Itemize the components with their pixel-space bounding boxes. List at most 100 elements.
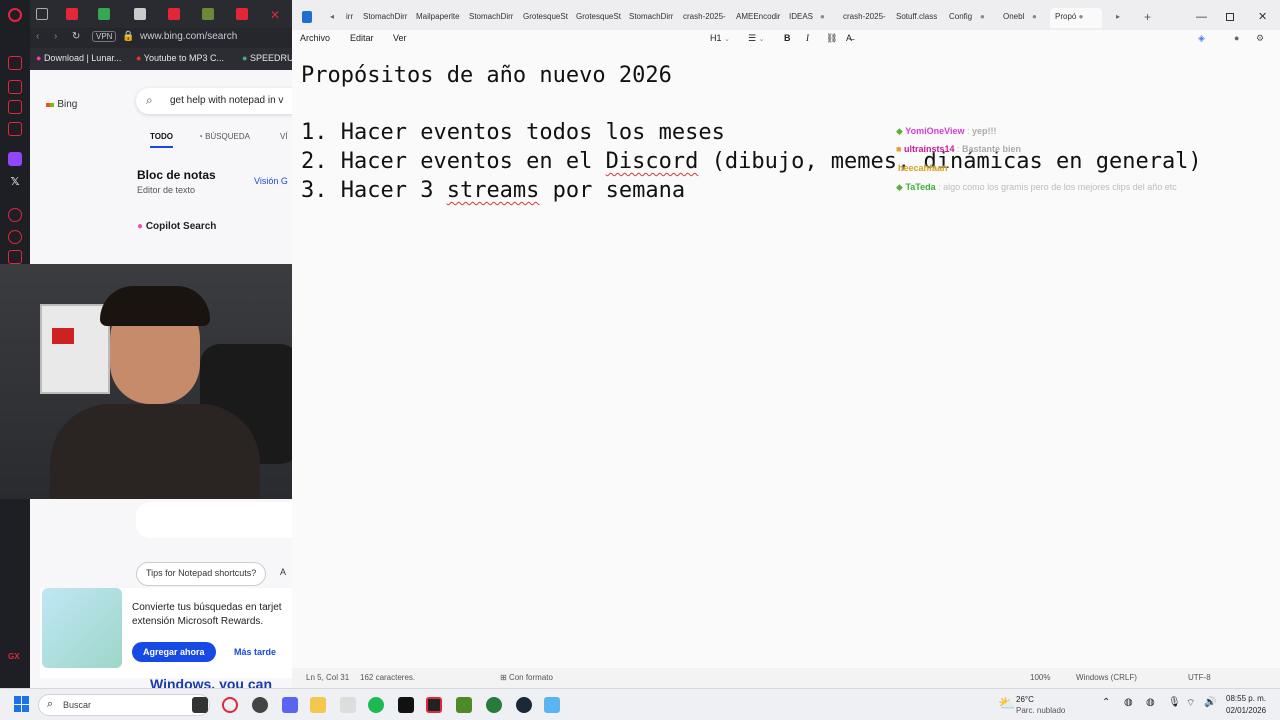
notepad-tab[interactable]: Mailpaperlte <box>416 9 460 25</box>
tray-app-icon[interactable]: ◍ <box>1146 697 1155 708</box>
spotify-icon[interactable] <box>368 697 384 713</box>
app-icon[interactable] <box>340 697 356 713</box>
minecraft-icon[interactable] <box>456 697 472 713</box>
vision-link[interactable]: Visión G <box>254 176 288 186</box>
editor-line-1[interactable]: 1. Hacer eventos todos los meses <box>301 120 725 145</box>
tab-minecraft-icon[interactable] <box>202 8 214 20</box>
settings-gear-icon[interactable]: ⚙ <box>1256 33 1264 44</box>
notepad-editor[interactable]: Propósitos de año nuevo 2026 1. Hacer ev… <box>292 50 1280 664</box>
tab-youtube-icon[interactable] <box>66 8 78 20</box>
encoding[interactable]: UTF-8 <box>1188 673 1211 682</box>
clear-format-icon[interactable]: A̶ <box>846 33 852 43</box>
notepad-tab[interactable]: StomachDirr <box>363 9 407 25</box>
menu-editar[interactable]: Editar <box>350 33 374 43</box>
bookmark-item[interactable]: ● Youtube to MP3 C... <box>136 53 224 63</box>
bold-icon[interactable]: B <box>784 33 791 43</box>
editor-line-2[interactable]: 2. Hacer eventos en el Discord (dibujo, … <box>301 149 1202 174</box>
bookmark-item[interactable]: ● Download | Lunar... <box>36 53 121 63</box>
link-icon[interactable]: ⛓ <box>826 33 837 44</box>
clock-date[interactable]: 02/01/2026 <box>1226 706 1266 715</box>
xbox-icon[interactable] <box>486 697 502 713</box>
bing-logo[interactable]: Bing <box>46 96 77 110</box>
messenger-icon[interactable] <box>8 56 22 70</box>
file-explorer-icon[interactable] <box>310 697 326 713</box>
new-tab-icon[interactable]: + <box>1144 9 1151 25</box>
player-icon[interactable] <box>8 100 22 114</box>
tray-app-icon[interactable]: ◍ <box>1124 697 1133 708</box>
history-icon[interactable] <box>8 230 22 244</box>
notepad-tab[interactable]: Sotuff.class <box>896 9 937 25</box>
reload-icon[interactable]: ↻ <box>72 31 80 42</box>
notepad-taskbar-icon[interactable] <box>544 697 560 713</box>
capcut-icon[interactable] <box>398 697 414 713</box>
search-query[interactable]: get help with notepad in v <box>170 95 283 106</box>
account-icon[interactable]: ● <box>1234 33 1239 43</box>
notepad-tab[interactable]: Onebl <box>1003 9 1024 25</box>
x-icon[interactable]: 𝕏 <box>8 175 22 189</box>
obs-icon[interactable] <box>252 697 268 713</box>
search-box[interactable]: ⌕ get help with notepad in v <box>136 88 306 114</box>
tab-icon[interactable] <box>36 8 48 20</box>
tab-youtube-icon[interactable] <box>236 8 248 20</box>
tab-youtube-icon[interactable] <box>168 8 180 20</box>
volume-icon[interactable]: 🔊 <box>1204 697 1216 708</box>
later-button[interactable]: Más tarde <box>234 647 276 657</box>
editor-line-3[interactable]: 3. Hacer 3 streams por semana <box>301 178 685 203</box>
tab-audio-icon[interactable] <box>134 8 146 20</box>
maximize-icon[interactable] <box>1226 13 1234 21</box>
notepad-tab[interactable]: crash-2025- <box>843 9 886 25</box>
discord-icon[interactable] <box>282 697 298 713</box>
notepad-tab[interactable]: StomachDirr <box>469 9 513 25</box>
tab-todo[interactable]: TODO <box>150 132 173 148</box>
notepad-tab[interactable]: GrotesqueSt <box>576 9 621 25</box>
opera-icon[interactable] <box>222 697 238 713</box>
notepad-tab[interactable]: IDEAS <box>789 9 813 25</box>
weather-icon[interactable]: ⛅ <box>998 695 1015 712</box>
weather-temp[interactable]: 26°C <box>1016 695 1034 704</box>
add-now-button[interactable]: Agregar ahora <box>132 642 216 662</box>
weather-desc[interactable]: Parc. nublado <box>1016 706 1065 715</box>
notepad-tab[interactable]: irr <box>346 9 353 25</box>
address-bar[interactable]: ‹ › ↻ VPN 🔒 www.bing.com/search <box>30 28 292 48</box>
taskbar-search[interactable]: ⌕ Buscar <box>38 694 210 716</box>
camera-icon[interactable] <box>8 80 22 94</box>
chat-input[interactable] <box>136 502 306 538</box>
clock-time[interactable]: 08:55 p. m. <box>1226 694 1266 703</box>
notepad-tab[interactable]: crash-2025- <box>683 9 726 25</box>
heading-dropdown[interactable]: H1 ⌄ <box>710 33 730 43</box>
tab-scroll-left-icon[interactable]: ◂ <box>330 9 334 25</box>
format-toggle[interactable]: ⊞ Con formato <box>500 673 553 682</box>
notepad-tab[interactable]: Config <box>949 9 972 25</box>
task-view-icon[interactable] <box>192 697 208 713</box>
streaming-app-icon[interactable] <box>426 697 442 713</box>
tray-overflow-icon[interactable]: ⌃ <box>1102 697 1110 708</box>
url-text[interactable]: www.bing.com/search <box>140 31 237 42</box>
copilot-search-link[interactable]: ● Copilot Search <box>137 221 216 232</box>
line-ending[interactable]: Windows (CRLF) <box>1076 673 1137 682</box>
notepad-tab-active[interactable]: Propó ● <box>1050 8 1102 28</box>
minimize-icon[interactable]: — <box>1196 9 1207 25</box>
result-title[interactable]: Bloc de notas <box>137 168 216 182</box>
youtube-icon[interactable] <box>8 122 22 136</box>
download-icon[interactable] <box>8 250 22 264</box>
settings-icon[interactable] <box>8 208 22 222</box>
editor-heading[interactable]: Propósitos de año nuevo 2026 <box>301 63 672 88</box>
vpn-badge[interactable]: VPN <box>92 31 117 42</box>
windows-start-icon[interactable] <box>14 696 30 712</box>
tab-drive-icon[interactable] <box>98 8 110 20</box>
menu-ver[interactable]: Ver <box>393 33 407 43</box>
italic-icon[interactable]: I <box>806 33 809 43</box>
copilot-icon[interactable]: ◈ <box>1198 33 1205 44</box>
twitch-icon[interactable] <box>8 152 22 166</box>
close-tab-icon[interactable]: ✕ <box>270 8 282 22</box>
tab-scroll-right-icon[interactable]: ▸ <box>1116 9 1120 25</box>
close-icon[interactable]: ✕ <box>1258 9 1267 25</box>
notepad-tab[interactable]: AMEEncodir <box>736 9 780 25</box>
menu-archivo[interactable]: Archivo <box>300 33 330 43</box>
zoom-level[interactable]: 100% <box>1030 673 1050 682</box>
notepad-tab[interactable]: GrotesqueSt <box>523 9 568 25</box>
back-icon[interactable]: ‹ <box>36 31 39 42</box>
notepad-tab[interactable]: StomachDirr <box>629 9 673 25</box>
tab-videos[interactable]: VÍ <box>280 132 288 141</box>
forward-icon[interactable]: › <box>54 31 57 42</box>
